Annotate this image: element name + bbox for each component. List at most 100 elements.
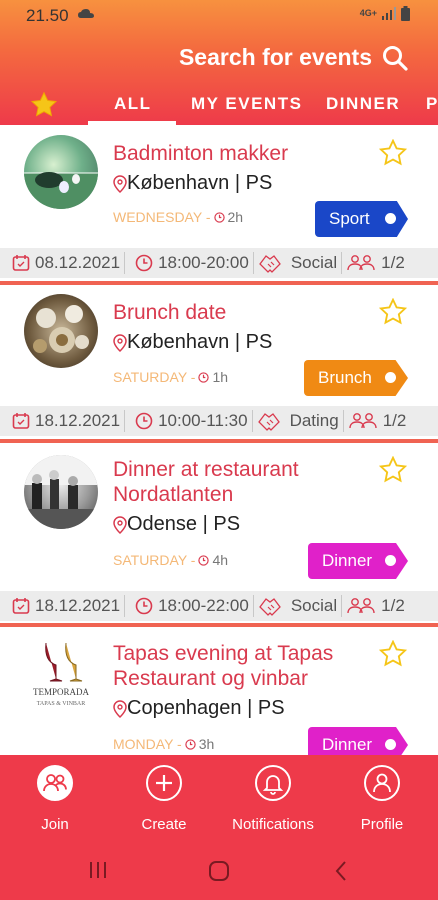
search-title[interactable]: Search for events (179, 44, 372, 71)
status-time: 21.50 (26, 6, 69, 25)
duration-text: 2h (227, 209, 244, 225)
duration-text: 1h (212, 369, 229, 385)
nav-create[interactable]: Create (114, 755, 214, 845)
clock-icon (135, 254, 153, 272)
handshake-icon (258, 255, 281, 273)
tag-label: Brunch (318, 368, 372, 387)
tag-dot (385, 213, 396, 224)
clock-icon (198, 371, 210, 383)
join-icon (37, 765, 73, 801)
event-image (24, 455, 98, 529)
logo-text: TEMPORADA (33, 687, 90, 697)
favorite-star-icon[interactable] (379, 456, 407, 484)
category-tag[interactable]: Dinner (308, 727, 408, 755)
calendar-icon (12, 413, 30, 429)
category-tag[interactable]: Brunch (304, 360, 408, 396)
event-info-bar: 18.12.2021 10:00-11:30 Dating 1/2 (0, 406, 438, 436)
event-title[interactable]: Badminton makker (113, 141, 403, 166)
header: 21.50 4G+ Search for events ALL MY EVENT… (0, 0, 438, 125)
location-pin-icon (113, 515, 127, 534)
favorite-star-icon[interactable] (379, 139, 407, 167)
badminton-image (24, 172, 98, 209)
event-day: WEDNESDAY - 2h (113, 209, 243, 225)
back-icon[interactable] (334, 860, 348, 882)
nav-create-label: Create (141, 816, 187, 833)
event-day: SATURDAY - 4h (113, 552, 228, 568)
event-location: København | PS (113, 331, 272, 354)
event-list[interactable]: Badminton makker København | PS WEDNESDA… (0, 125, 438, 755)
tab-my-events[interactable]: MY EVENTS (191, 94, 302, 114)
event-title[interactable]: Tapas evening at Tapas Restaurant og vin… (113, 641, 403, 691)
wine-glass-logo: TEMPORADA TAPAS & VINBAR (33, 642, 90, 707)
location-text: København | PS (127, 331, 273, 353)
nav-profile[interactable]: Profile (332, 755, 432, 845)
location-text: København | PS (127, 172, 273, 194)
event-card[interactable]: Badminton makker København | PS WEDNESDA… (0, 125, 438, 285)
tab-all[interactable]: ALL (114, 94, 152, 114)
nav-join-label: Join (41, 816, 69, 833)
tab-partial[interactable]: PA (426, 94, 438, 114)
favorite-star-icon[interactable] (379, 298, 407, 326)
event-image (24, 135, 98, 209)
nav-join[interactable]: Join (5, 755, 105, 845)
event-time: 18:00-22:00 (158, 596, 249, 615)
favorite-star-icon[interactable] (379, 640, 407, 668)
event-date: 18.12.2021 (35, 411, 121, 430)
event-card[interactable]: Brunch date København | PS SATURDAY - 1h… (0, 285, 438, 443)
event-type: Social (290, 253, 338, 272)
tag-label: Sport (329, 209, 370, 228)
favorites-star-icon[interactable] (30, 91, 58, 119)
restaurant-image (24, 455, 98, 529)
clock-icon (213, 211, 225, 223)
status-bar: 21.50 4G+ (0, 0, 438, 30)
clock-icon (135, 412, 153, 430)
event-title[interactable]: Dinner at restaurant Nordatlanten (113, 457, 403, 507)
event-spots: 1/2 (381, 253, 405, 272)
event-location: Copenhagen | PS (113, 697, 285, 720)
search-icon[interactable] (382, 45, 408, 71)
recent-apps-icon[interactable] (88, 861, 108, 879)
tag-dot (385, 372, 396, 383)
event-card[interactable]: TEMPORADA TAPAS & VINBAR Tapas evening a… (0, 627, 438, 755)
tab-dinner[interactable]: DINNER (326, 94, 400, 114)
tag-label: Dinner (322, 551, 373, 570)
category-tag[interactable]: Sport (315, 201, 408, 237)
event-image (24, 294, 98, 368)
event-location: Odense | PS (113, 513, 240, 536)
location-text: Copenhagen | PS (127, 697, 285, 719)
event-time: 10:00-11:30 (158, 411, 248, 430)
clock-icon (198, 554, 210, 566)
network-label: 4G+ (359, 8, 377, 18)
signal-icon (382, 7, 396, 20)
bottom-nav: Join Create Notifications Profile (0, 755, 438, 845)
handshake-icon (258, 598, 281, 616)
duration-text: 3h (198, 736, 215, 752)
duration-text: 4h (212, 552, 229, 568)
calendar-icon (12, 598, 30, 614)
nav-notifications-label: Notifications (232, 816, 314, 833)
nav-profile-label: Profile (360, 816, 404, 833)
day-text: SATURDAY - (113, 552, 196, 568)
event-title[interactable]: Brunch date (113, 300, 403, 325)
tag-dot (385, 555, 396, 566)
profile-icon (364, 765, 400, 801)
event-spots: 1/2 (381, 596, 405, 615)
event-location: København | PS (113, 172, 272, 195)
home-icon[interactable] (208, 860, 230, 882)
clock-icon (135, 597, 153, 615)
brunch-image (33, 305, 89, 353)
event-card[interactable]: Dinner at restaurant Nordatlanten Odense… (0, 443, 438, 627)
event-date: 18.12.2021 (35, 596, 121, 615)
nav-notifications[interactable]: Notifications (223, 755, 323, 845)
location-pin-icon (113, 174, 127, 193)
category-tag[interactable]: Dinner (308, 543, 408, 579)
search-bar[interactable]: Search for events (179, 44, 408, 71)
event-logo: TEMPORADA TAPAS & VINBAR (24, 639, 98, 713)
event-type: Dating (289, 411, 339, 430)
day-text: SATURDAY - (113, 369, 196, 385)
event-day: MONDAY - 3h (113, 736, 214, 752)
location-text: Odense | PS (127, 513, 241, 535)
people-icon (347, 255, 375, 271)
event-spots: 1/2 (382, 411, 407, 430)
day-text: WEDNESDAY - (113, 209, 211, 225)
